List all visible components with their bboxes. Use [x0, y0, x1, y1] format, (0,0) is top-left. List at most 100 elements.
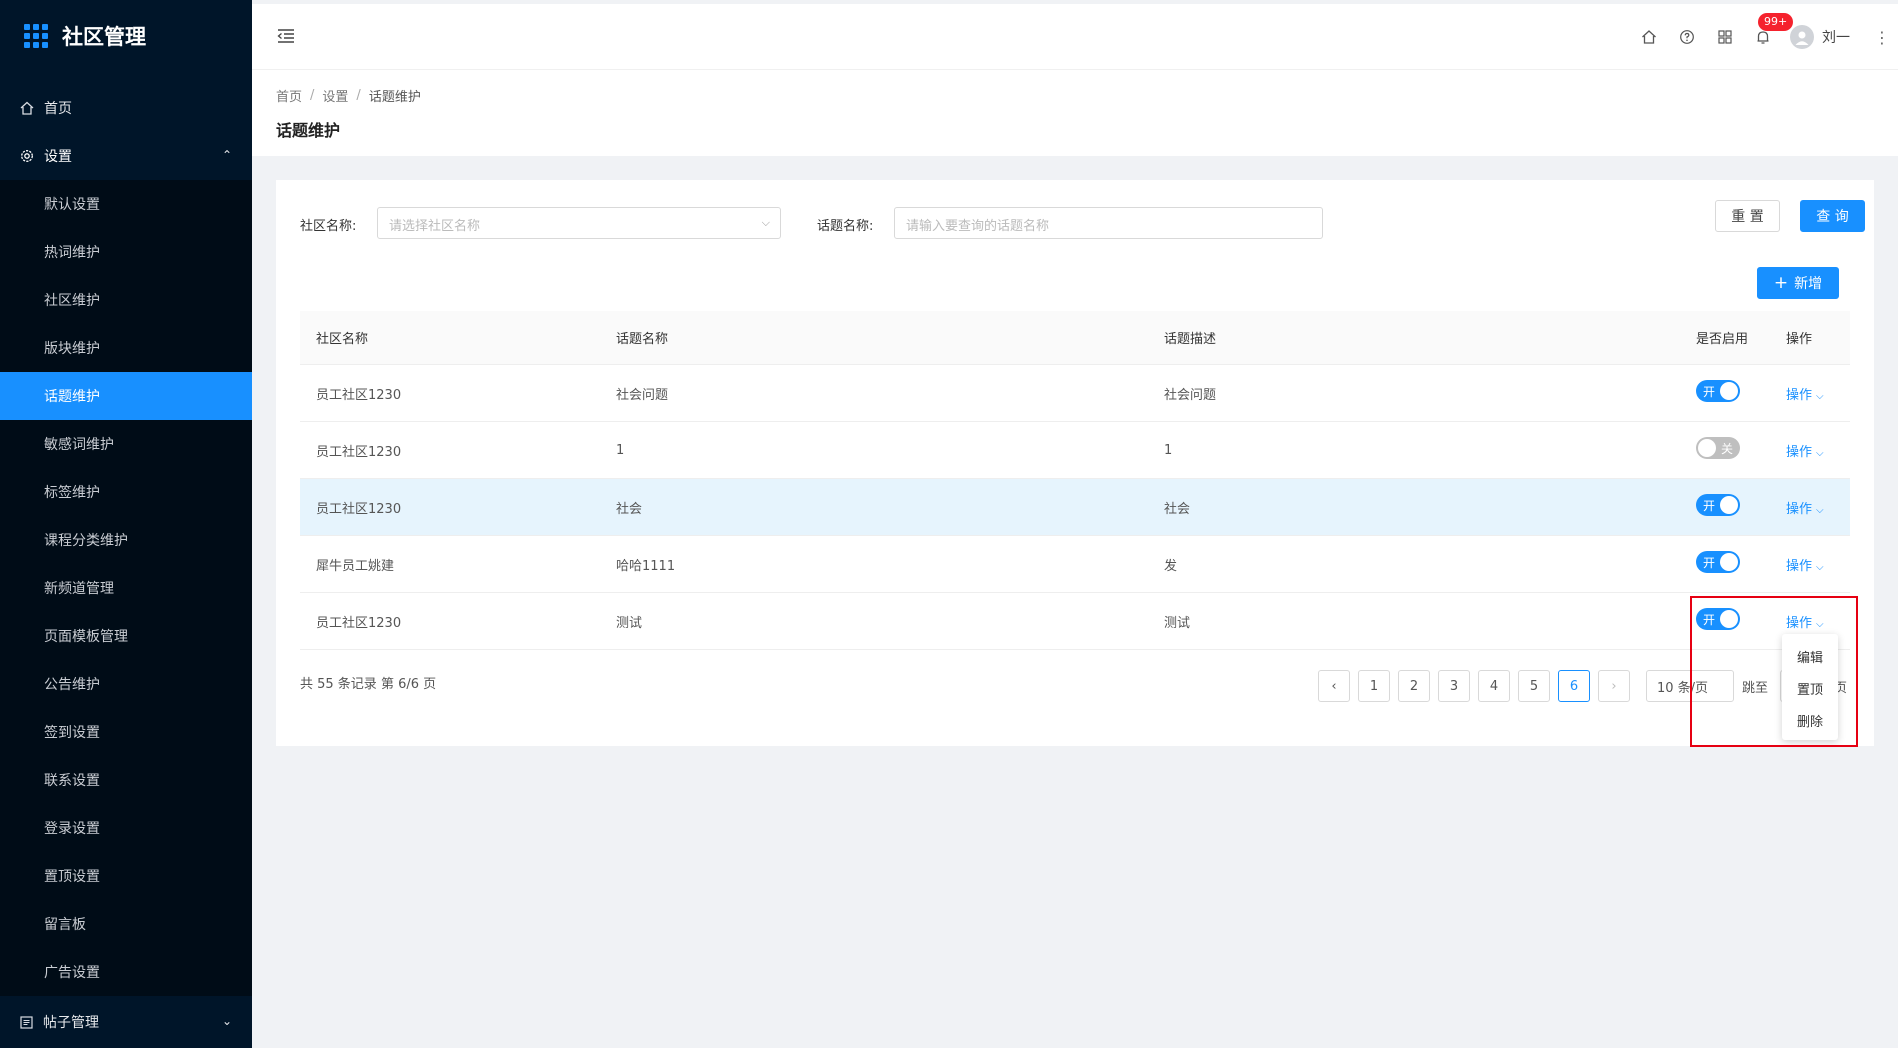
sidebar-item-page-template[interactable]: 页面模板管理	[0, 612, 252, 660]
breadcrumb-separator: /	[310, 88, 315, 103]
page-button-current[interactable]: 6	[1558, 670, 1590, 702]
more-vertical-icon[interactable]: ⋮	[1870, 28, 1894, 47]
chevron-down-icon: ⌵	[761, 216, 770, 229]
row-actions-dropdown[interactable]: 操作 ⌵	[1770, 498, 1850, 517]
switch-label: 关	[1720, 442, 1733, 456]
breadcrumb-settings[interactable]: 设置	[322, 86, 348, 105]
menu-fold-icon[interactable]	[276, 26, 296, 46]
sidebar-item-topic[interactable]: 话题维护	[0, 372, 252, 420]
next-page-button[interactable]: ›	[1598, 670, 1630, 702]
table-row: 犀牛员工姚建 哈哈1111 发 开 操作 ⌵	[300, 536, 1850, 593]
chevron-up-icon: ⌃	[221, 148, 232, 162]
document-icon	[20, 1015, 33, 1029]
sidebar-item-posts[interactable]: 帖子管理 ⌄	[0, 996, 252, 1048]
community-label: 社区名称:	[300, 219, 357, 234]
topic-input[interactable]: 请输入要查询的话题名称	[894, 207, 1323, 239]
cell-community: 员工社区1230	[316, 501, 402, 517]
switch-label: 开	[1703, 385, 1716, 399]
row-actions-dropdown[interactable]: 操作 ⌵	[1770, 441, 1850, 460]
column-header: 社区名称	[316, 332, 369, 347]
prev-page-button[interactable]: ‹	[1318, 670, 1350, 702]
topics-table: 社区名称 话题名称 话题描述 是否启用 操作 员工社区1230 社会问题 社会问…	[300, 311, 1850, 650]
sidebar-item-new-channel[interactable]: 新频道管理	[0, 564, 252, 612]
enabled-switch[interactable]: 关	[1696, 437, 1740, 459]
page-button[interactable]: 2	[1398, 670, 1430, 702]
column-header: 话题描述	[1164, 332, 1217, 347]
cell-desc: 测试	[1164, 615, 1191, 631]
cell-topic: 社会	[616, 501, 643, 517]
breadcrumb-current: 话题维护	[368, 90, 421, 105]
chevron-down-icon: ⌵	[1816, 390, 1824, 402]
cell-desc: 发	[1164, 558, 1178, 574]
table-row: 员工社区1230 测试 测试 开 操作 ⌵	[300, 593, 1850, 650]
switch-label: 开	[1703, 556, 1716, 570]
cell-topic: 测试	[616, 615, 643, 631]
sidebar-item-pin[interactable]: 置顶设置	[0, 852, 252, 900]
app-title: 社区管理	[62, 25, 146, 49]
column-header: 话题名称	[616, 332, 669, 347]
home-icon	[20, 101, 34, 115]
bell-icon[interactable]: 99+	[1744, 13, 1794, 45]
avatar[interactable]	[1790, 25, 1814, 49]
query-button[interactable]: 查 询	[1800, 200, 1865, 232]
cell-desc: 社会	[1164, 501, 1191, 517]
sidebar-item-section[interactable]: 版块维护	[0, 324, 252, 372]
sidebar-item-label: 首页	[44, 101, 72, 117]
sidebar-item-label: 设置	[44, 149, 72, 165]
sidebar-item-home[interactable]: 首页	[0, 84, 252, 132]
row-actions-label: 操作	[1786, 387, 1813, 403]
chevron-down-icon: ⌄	[221, 1014, 232, 1028]
row-actions-dropdown[interactable]: 操作 ⌵	[1770, 555, 1850, 574]
cell-topic: 哈哈1111	[616, 558, 676, 574]
top-header: 99+ 刘一 ⋮	[252, 0, 1898, 70]
add-button[interactable]: + 新增	[1757, 267, 1839, 299]
sidebar-item-contact[interactable]: 联系设置	[0, 756, 252, 804]
cell-desc: 社会问题	[1164, 387, 1217, 403]
column-header: 是否启用	[1696, 332, 1749, 347]
page-header: 首页 / 设置 / 话题维护 话题维护	[252, 70, 1898, 156]
enabled-switch[interactable]: 开	[1696, 494, 1740, 516]
row-actions-label: 操作	[1786, 501, 1813, 517]
sidebar-item-hotwords[interactable]: 热词维护	[0, 228, 252, 276]
sidebar-item-default-settings[interactable]: 默认设置	[0, 180, 252, 228]
help-icon[interactable]	[1668, 29, 1706, 45]
enabled-switch[interactable]: 开	[1696, 380, 1740, 402]
sidebar-item-course-category[interactable]: 课程分类维护	[0, 516, 252, 564]
cell-community: 员工社区1230	[316, 387, 402, 403]
row-actions-dropdown[interactable]: 操作 ⌵	[1770, 384, 1850, 403]
column-header: 操作	[1786, 332, 1813, 347]
cell-community: 员工社区1230	[316, 444, 402, 460]
sidebar-item-community[interactable]: 社区维护	[0, 276, 252, 324]
sidebar-item-announcement[interactable]: 公告维护	[0, 660, 252, 708]
user-name[interactable]: 刘一	[1822, 27, 1850, 47]
apps-icon[interactable]	[1706, 30, 1744, 44]
page-button[interactable]: 3	[1438, 670, 1470, 702]
community-select-placeholder: 请选择社区名称	[389, 219, 481, 234]
sidebar-item-settings[interactable]: 设置 ⌃	[0, 132, 252, 180]
gear-icon	[20, 149, 34, 163]
sidebar-item-login[interactable]: 登录设置	[0, 804, 252, 852]
pagination-total: 共 55 条记录 第 6/6 页	[300, 677, 437, 692]
cell-community: 员工社区1230	[316, 615, 402, 631]
chevron-down-icon: ⌵	[1816, 447, 1824, 459]
page-button[interactable]: 4	[1478, 670, 1510, 702]
logo[interactable]: 社区管理	[0, 0, 252, 72]
reset-button[interactable]: 重 置	[1715, 200, 1780, 232]
community-select[interactable]: 请选择社区名称 ⌵	[377, 207, 781, 239]
breadcrumb-home[interactable]: 首页	[276, 86, 302, 105]
sidebar-item-ads[interactable]: 广告设置	[0, 948, 252, 996]
page-button[interactable]: 1	[1358, 670, 1390, 702]
page-button[interactable]: 5	[1518, 670, 1550, 702]
sidebar-item-sensitive-words[interactable]: 敏感词维护	[0, 420, 252, 468]
sidebar-item-checkin[interactable]: 签到设置	[0, 708, 252, 756]
cell-topic: 社会问题	[616, 387, 669, 403]
home-icon[interactable]	[1630, 29, 1668, 45]
page-title: 话题维护	[276, 121, 341, 140]
sidebar-item-tags[interactable]: 标签维护	[0, 468, 252, 516]
enabled-switch[interactable]: 开	[1696, 551, 1740, 573]
sidebar-item-label: 帖子管理	[43, 1015, 99, 1031]
sidebar-item-message-board[interactable]: 留言板	[0, 900, 252, 948]
plus-icon: +	[1773, 273, 1789, 293]
cell-topic: 1	[616, 442, 625, 458]
apps-grid-icon	[24, 24, 48, 48]
